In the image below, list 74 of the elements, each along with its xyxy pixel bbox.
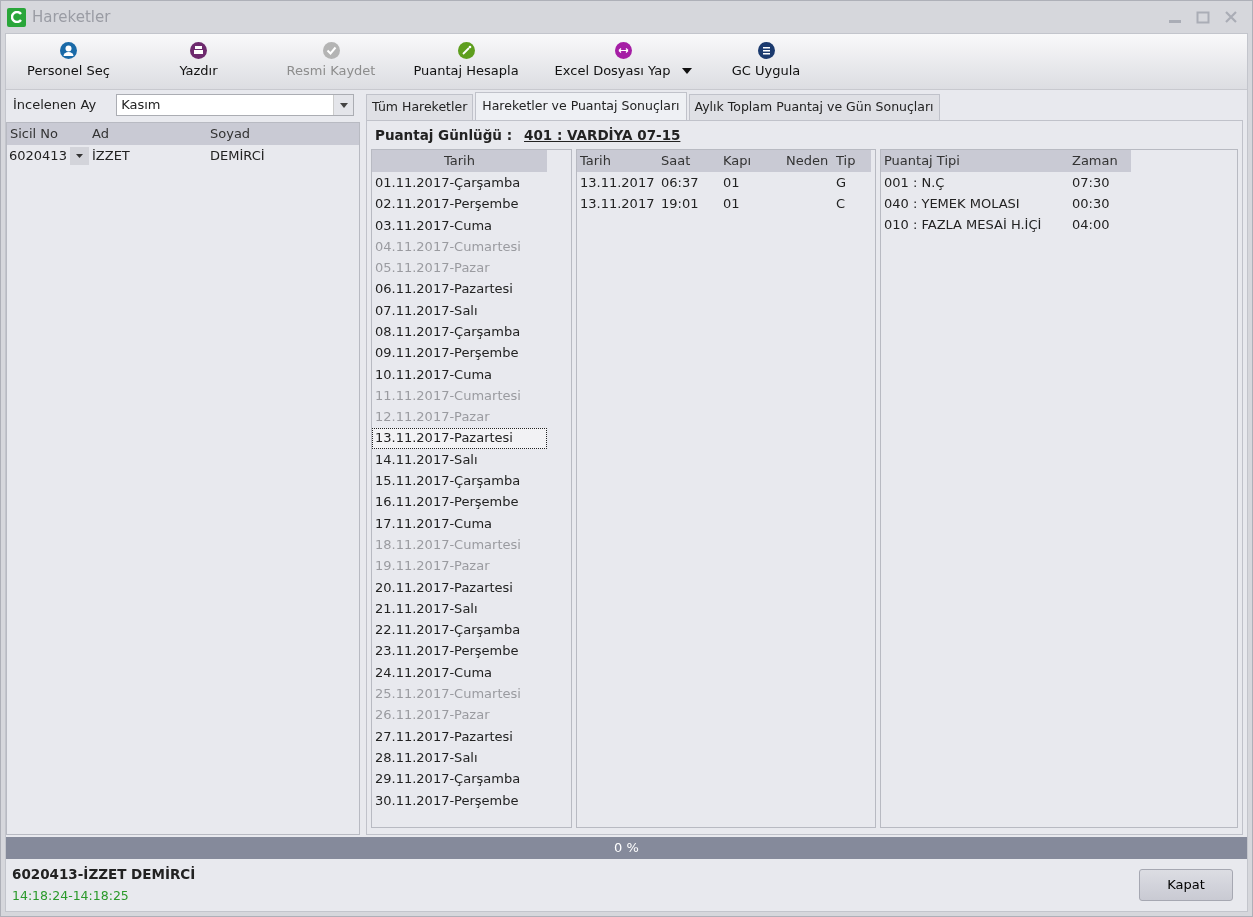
column-header: Tarih [443, 152, 476, 171]
date-row[interactable]: 16.11.2017-Perşembe [372, 491, 547, 513]
month-combo[interactable]: Kasım [116, 94, 354, 116]
table-cell: 04:00 [1072, 217, 1110, 233]
date-row[interactable]: 24.11.2017-Cuma [372, 661, 547, 684]
date-row[interactable]: 08.11.2017-Çarşamba [372, 321, 547, 343]
maximize-icon[interactable] [1196, 10, 1210, 24]
close-button[interactable]: Kapat [1139, 869, 1233, 901]
date-row[interactable]: 09.11.2017-Perşembe [372, 342, 547, 364]
date-row[interactable]: 03.11.2017-Cuma [372, 214, 547, 236]
toolbar-button[interactable]: Excel Dosyası Yap [536, 34, 711, 89]
table-cell: 01 [723, 174, 740, 190]
date-row[interactable]: 29.11.2017-Çarşamba [372, 768, 547, 790]
date-row[interactable]: 17.11.2017-Cuma [372, 512, 547, 535]
toolbar-button[interactable]: Personel Seç [6, 34, 131, 89]
app-logo-icon [7, 7, 26, 27]
progress-reading: 0 % [614, 840, 639, 855]
table-cell: 13.11.2017 [580, 174, 655, 190]
month-label: İncelenen Ay [13, 96, 97, 115]
column-header: Tarih [579, 152, 612, 171]
column-header: Tip [835, 152, 857, 171]
tab[interactable]: Hareketler ve Puantaj Sonuçları [475, 92, 687, 120]
journal-label: Puantaj Günlüğü : [375, 125, 513, 145]
dropdown-arrow-icon[interactable] [339, 102, 348, 108]
close-icon[interactable] [1224, 10, 1238, 24]
date-row[interactable]: 21.11.2017-Salı [372, 597, 547, 620]
date-row[interactable]: 14.11.2017-Salı [372, 448, 547, 471]
column-header: Zaman [1071, 152, 1119, 171]
date-row[interactable]: 01.11.2017-Çarşamba [372, 172, 547, 194]
shift-name: 401 : VARDİYA 07-15 [524, 125, 681, 145]
table-cell-text: DEMİRCİ [210, 147, 265, 166]
column-header: Puantaj Tipi [883, 152, 961, 171]
column-header: Neden [785, 152, 830, 171]
date-row[interactable]: 07.11.2017-Salı [372, 299, 547, 322]
date-row[interactable]: 10.11.2017-Cuma [372, 363, 547, 385]
date-row[interactable]: 02.11.2017-Perşembe [372, 193, 547, 215]
table-cell: 040 : YEMEK MOLASI [884, 196, 1020, 212]
column-header: Saat [660, 152, 692, 171]
window-title: Hareketler [32, 6, 111, 28]
table-cell: 01 [723, 196, 740, 212]
caret-icon [682, 68, 693, 74]
column-header: Ad [91, 125, 110, 144]
row-dropdown-button[interactable] [69, 147, 89, 165]
person-name: 6020413-İZZET DEMİRCİ [12, 865, 196, 884]
date-row[interactable]: 20.11.2017-Pazartesi [372, 576, 547, 598]
date-row[interactable]: 27.11.2017-Pazartesi [372, 725, 547, 747]
date-row[interactable]: 30.11.2017-Perşembe [372, 789, 547, 811]
caret-icon [75, 154, 83, 158]
table-cell: C [836, 196, 846, 212]
date-row[interactable]: 23.11.2017-Perşembe [372, 640, 547, 662]
date-row[interactable]: 28.11.2017-Salı [372, 747, 547, 769]
column-header: Kapı [722, 152, 753, 171]
table-cell: 19:01 [661, 196, 699, 212]
column-header: Soyad [209, 125, 252, 144]
table-cell: 06:37 [661, 174, 699, 190]
toolbar-button[interactable]: GC Uygula [711, 34, 821, 89]
date-row[interactable]: 06.11.2017-Pazartesi [372, 278, 547, 300]
table-cell: 07:30 [1072, 174, 1110, 190]
table-cell: 001 : N.Ç [884, 174, 945, 190]
table-cell-text: İZZET [92, 147, 130, 166]
date-row[interactable]: 13.11.2017-Pazartesi [372, 427, 547, 449]
date-row[interactable]: 22.11.2017-Çarşamba [372, 619, 547, 641]
column-header: Sicil No [9, 125, 60, 144]
date-row[interactable]: 15.11.2017-Çarşamba [372, 470, 547, 492]
toolbar-button[interactable]: Yazdır [131, 34, 266, 89]
time-range: 14:18:24-14:18:25 [12, 887, 130, 906]
table-cell: 010 : FAZLA MESAİ H.İÇİ [884, 217, 1042, 233]
tab[interactable]: Aylık Toplam Puantaj ve Gün Sonuçları [688, 94, 940, 120]
table-cell-text: 6020413 [9, 147, 67, 166]
table-cell: 13.11.2017 [580, 196, 655, 212]
toolbar-button[interactable]: Puantaj Hesapla [396, 34, 536, 89]
table-cell: G [836, 174, 847, 190]
table-cell: 00:30 [1072, 196, 1110, 212]
tab[interactable]: Tüm Hareketler [366, 94, 474, 120]
